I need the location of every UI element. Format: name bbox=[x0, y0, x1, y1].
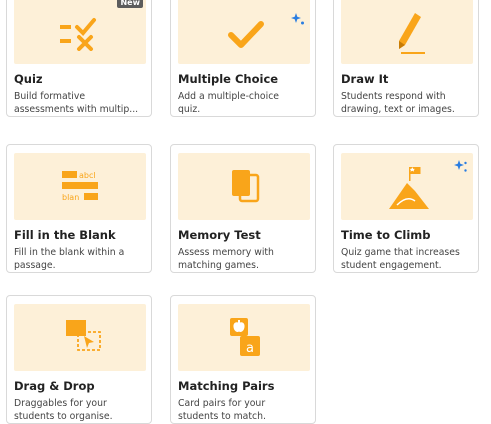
activity-card-quiz[interactable]: New Quiz Build formative assessments wit… bbox=[6, 0, 152, 117]
card-description: Assess memory with matching games. bbox=[178, 247, 274, 271]
pencil-icon bbox=[399, 13, 425, 54]
quiz-thumbnail: New bbox=[14, 0, 146, 64]
svg-text:abcl: abcl bbox=[79, 171, 96, 180]
card-title: Time to Climb bbox=[341, 228, 431, 242]
card-description: Fill in the blank within a passage. bbox=[14, 247, 125, 271]
svg-text:blan: blan bbox=[62, 193, 79, 202]
multiple-choice-thumbnail bbox=[178, 0, 310, 64]
card-title: Multiple Choice bbox=[178, 72, 279, 86]
time-to-climb-thumbnail bbox=[341, 153, 473, 220]
new-badge: New bbox=[117, 0, 143, 8]
card-title: Draw It bbox=[341, 72, 389, 86]
card-description: Quiz game that increases student engagem… bbox=[341, 247, 460, 271]
fill-blank-icon: abcl blan bbox=[62, 171, 98, 202]
fill-blank-thumbnail: abcl blan bbox=[14, 153, 146, 220]
draw-it-thumbnail bbox=[341, 0, 473, 64]
quiz-icon bbox=[60, 18, 96, 51]
memory-test-thumbnail bbox=[178, 153, 310, 220]
activity-card-matching-pairs[interactable]: a Matching Pairs Card pairs for your stu… bbox=[170, 295, 316, 424]
card-title: Matching Pairs bbox=[178, 379, 275, 393]
activity-card-time-to-climb[interactable]: Time to Climb Quiz game that increases s… bbox=[333, 144, 479, 273]
activity-card-memory-test[interactable]: Memory Test Assess memory with matching … bbox=[170, 144, 316, 273]
card-title: Memory Test bbox=[178, 228, 261, 242]
drag-drop-icon bbox=[66, 320, 101, 351]
card-description: Card pairs for your students to match. bbox=[178, 398, 266, 422]
drag-drop-thumbnail bbox=[14, 304, 146, 371]
mountain-flag-icon bbox=[389, 167, 429, 209]
activity-card-draw-it[interactable]: Draw It Students respond with drawing, t… bbox=[333, 0, 479, 117]
activity-card-multiple-choice[interactable]: Multiple Choice Add a multiple-choice qu… bbox=[170, 0, 316, 117]
card-title: Quiz bbox=[14, 72, 43, 86]
activity-card-drag-and-drop[interactable]: Drag & Drop Draggables for your students… bbox=[6, 295, 152, 424]
svg-text:a: a bbox=[246, 341, 254, 356]
sparkle-icon bbox=[454, 160, 467, 172]
card-description: Draggables for your students to organise… bbox=[14, 398, 113, 422]
activity-card-fill-in-the-blank[interactable]: abcl blan Fill in the Blank Fill in the … bbox=[6, 144, 152, 273]
card-description: Build formative assessments with multip.… bbox=[14, 91, 139, 115]
cards-icon bbox=[232, 170, 260, 203]
sparkle-icon bbox=[291, 13, 304, 25]
matching-pairs-thumbnail: a bbox=[178, 304, 310, 371]
card-description: Add a multiple-choice quiz. bbox=[178, 91, 280, 115]
card-description: Students respond with drawing, text or i… bbox=[341, 91, 455, 115]
card-title: Drag & Drop bbox=[14, 379, 95, 393]
checkmark-icon bbox=[228, 21, 264, 48]
card-title: Fill in the Blank bbox=[14, 228, 116, 242]
matching-pairs-icon: a bbox=[230, 318, 260, 356]
